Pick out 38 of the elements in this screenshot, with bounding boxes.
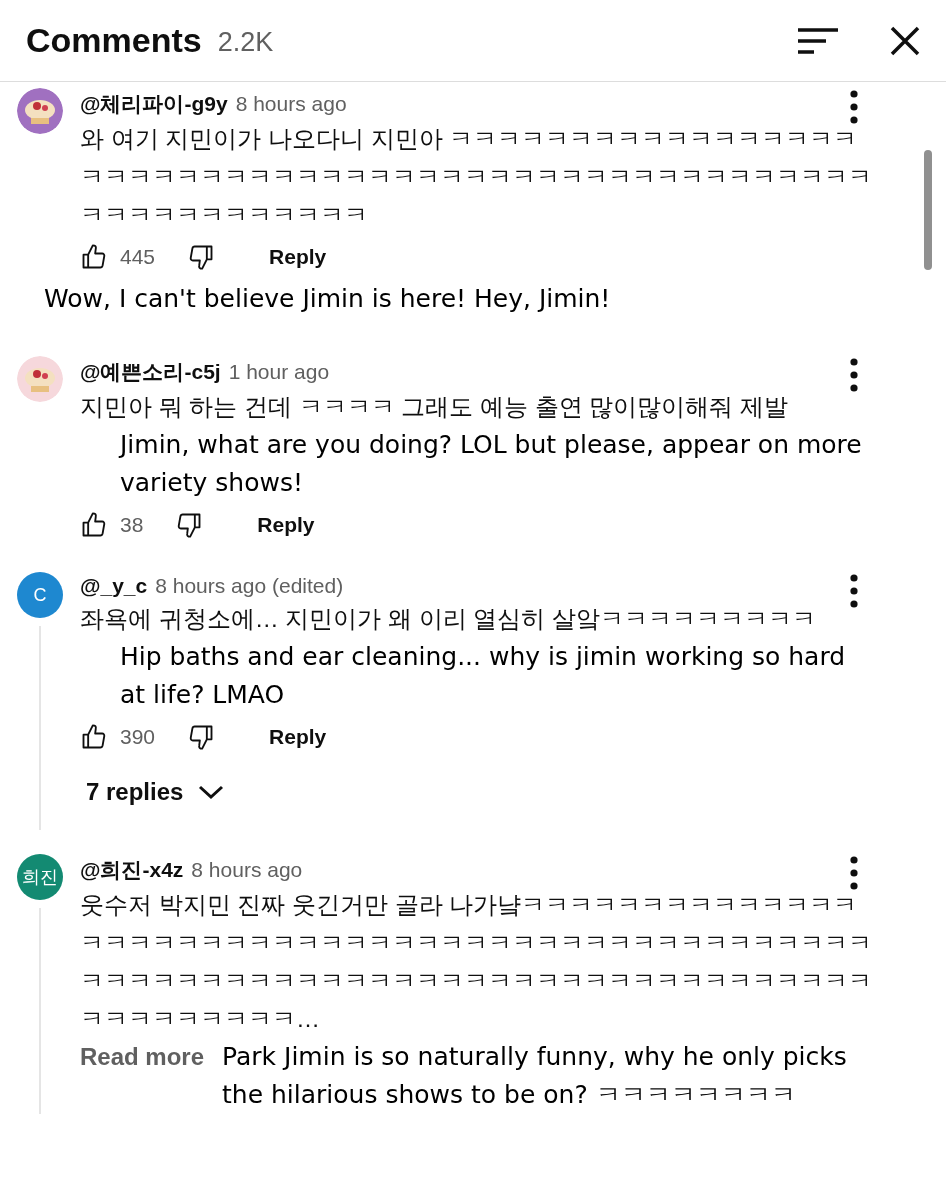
comment-text: 지민아 뭐 하는 건데 ㅋㅋㅋㅋ 그래도 예능 출연 많이많이해줘 제발 (80, 392, 789, 422)
comment-text: 웃수저 박지민 진짜 웃긴거만 골라 나가냨ㅋㅋㅋㅋㅋㅋㅋㅋㅋㅋㅋㅋㅋㅋㅋㅋㅋㅋㅋㅋㅋㅋㅋㅋㅋㅋㅋㅋㅋㅋㅋㅋㅋㅋㅋㅋㅋㅋㅋㅋㅋㅋㅋㅋㅋㅋㅋㅋㅋㅋㅋㅋㅋㅋㅋㅋㅋㅋㅋㅋㅋㅋㅋㅋㅋㅋㅋㅋㅋㅋㅋㅋㅋㅋㅋㅋㅋㅋㅋㅋㅋㅋㅋㅋㅋㅋㅋㅋㅋ… (80, 890, 873, 1034)
timestamp: 1 hour ago (228, 360, 330, 384)
more-options-icon[interactable] (850, 574, 858, 608)
like-count: 38 (120, 513, 144, 537)
timestamp: 8 hours ago (edited) (155, 574, 344, 598)
more-options-icon[interactable] (850, 358, 858, 392)
reply-button[interactable]: Reply (247, 507, 325, 543)
author-name[interactable]: @체리파이-g9y (80, 90, 228, 118)
avatar[interactable]: C (17, 572, 63, 618)
timestamp: 8 hours ago (235, 92, 347, 116)
close-icon[interactable] (890, 25, 920, 56)
comment-count: 2.2K (217, 27, 274, 58)
like-icon[interactable] (80, 243, 108, 271)
replies-button[interactable]: 7 replies (80, 760, 226, 830)
comment-text: 좌욕에 귀청소에… 지민이가 왜 이리 열심히 살앜ㅋㅋㅋㅋㅋㅋㅋㅋㅋ (80, 604, 817, 634)
translation-text: Park Jimin is so naturally funny, why he only picks the hilarious shows to be on? ㅋㅋㅋㅋㅋㅋㅋㅋ (222, 1041, 848, 1111)
like-count: 445 (120, 245, 156, 269)
sort-icon[interactable] (798, 26, 838, 55)
translation-text: Wow, I can't believe Jimin is here! Hey, Jimin! (43, 283, 612, 315)
comment-text: 와 여기 지민이가 나오다니 지민아 ㅋㅋㅋㅋㅋㅋㅋㅋㅋㅋㅋㅋㅋㅋㅋㅋㅋㅋㅋㅋㅋㅋㅋㅋㅋㅋㅋㅋㅋㅋㅋㅋㅋㅋㅋㅋㅋㅋㅋㅋㅋㅋㅋㅋㅋㅋㅋㅋㅋㅋㅋㅋㅋㅋㅋㅋㅋㅋㅋㅋㅋㅋ (80, 124, 873, 230)
reply-button[interactable]: Reply (259, 239, 337, 275)
read-more-link[interactable]: Read more (80, 1038, 205, 1076)
more-options-icon[interactable] (850, 856, 858, 890)
translation-text: Hip baths and ear cleaning... why is jimin working so hard at life? LMAO (119, 641, 847, 711)
like-icon[interactable] (80, 511, 108, 539)
timestamp: 8 hours ago (191, 858, 303, 882)
avatar[interactable]: 희진 (17, 854, 63, 900)
panel-title: Comments (26, 21, 202, 60)
author-name[interactable]: @_y_c (80, 574, 148, 598)
like-count: 390 (120, 725, 156, 749)
translation-text: Jimin, what are you doing? LOL but please, appear on more variety shows! (117, 429, 863, 499)
like-icon[interactable] (80, 723, 108, 751)
author-name[interactable]: @예쁜소리-c5j (80, 358, 221, 386)
author-name[interactable]: @희진-x4z (80, 856, 184, 884)
more-options-icon[interactable] (850, 90, 858, 124)
scrollbar[interactable] (924, 150, 932, 270)
reply-button[interactable]: Reply (259, 719, 337, 755)
